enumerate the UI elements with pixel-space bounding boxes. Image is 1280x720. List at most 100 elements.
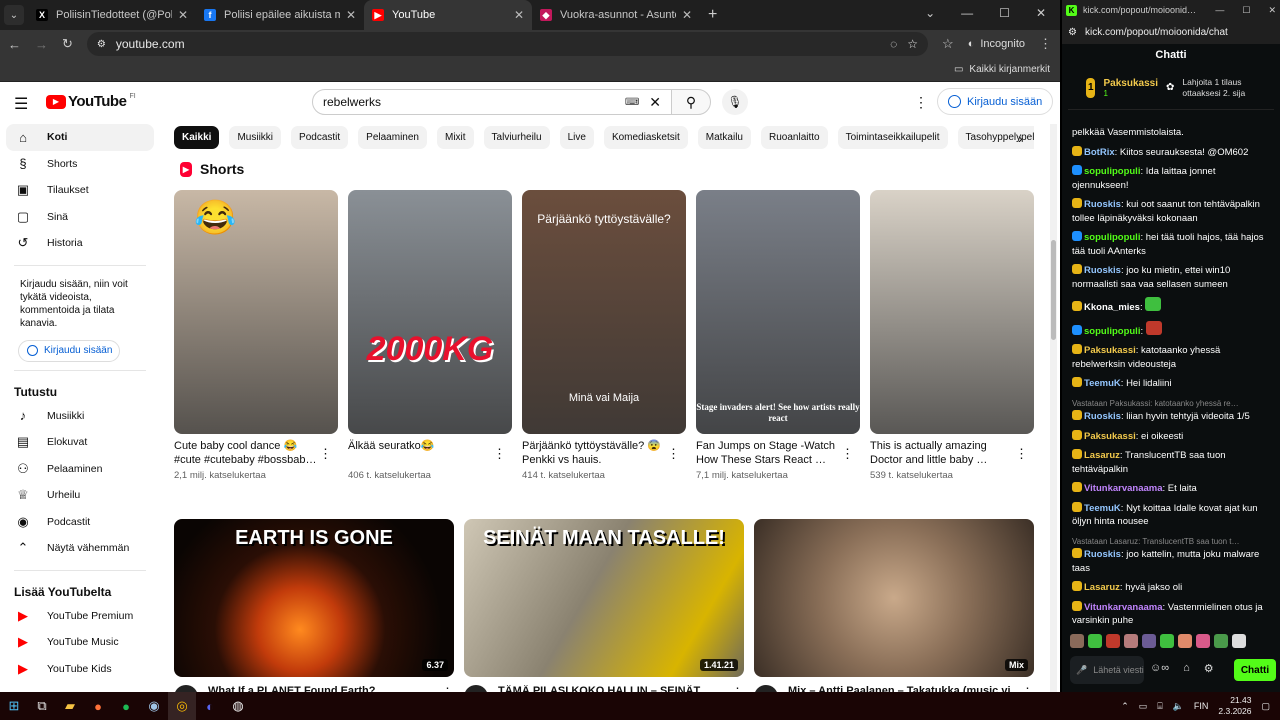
more-options-icon[interactable]: ⋮ (441, 685, 454, 692)
firefox-icon[interactable]: ● (84, 692, 112, 720)
chat-message[interactable]: Ruoskis: joo ku mietin, ettei win10 norm… (1072, 264, 1274, 291)
browser-tab[interactable]: ▶ YouTube ✕ (364, 0, 532, 30)
sidebar-item[interactable]: ♕ Urheilu (6, 482, 154, 509)
file-explorer-icon[interactable]: ▰ (56, 692, 84, 720)
chat-message[interactable]: sopulipopuli: hei tää tuoli hajos, tää h… (1072, 231, 1274, 258)
video-title[interactable]: TÄMÄ PILASI KOKO HALLIN – SEINÄT… (498, 685, 721, 692)
display-icon[interactable]: ▭ (1139, 701, 1148, 712)
tab-close-icon[interactable]: ✕ (346, 8, 356, 22)
chat-username[interactable]: sopulipopuli (1084, 232, 1140, 243)
chat-username[interactable]: Vitunkarvanaama (1084, 602, 1163, 613)
sidebar-item[interactable]: ▢ Sinä (6, 204, 154, 231)
emote-icon[interactable] (1232, 634, 1246, 648)
sidebar-item[interactable]: ♪ Musiikki (6, 403, 154, 430)
chat-username[interactable]: Ruoskis (1084, 265, 1121, 276)
filter-chip[interactable]: Podcastit (291, 126, 349, 149)
chat-message[interactable]: Vitunkarvanaama: Vastenmielinen otus ja … (1072, 600, 1274, 628)
reload-icon[interactable]: ↻ (62, 36, 73, 52)
clear-icon[interactable]: ✕ (649, 94, 661, 111)
close-icon[interactable]: ✕ (1036, 6, 1046, 20)
video-card[interactable]: Mix Mix – Antti Paalanen – Takatukka (mus… (754, 519, 1034, 692)
youtube-logo[interactable]: ▶ YouTube FI (46, 93, 136, 110)
sidebar-item[interactable]: ◉ Podcastit (6, 509, 154, 536)
tab-close-icon[interactable]: ✕ (682, 8, 692, 22)
short-thumbnail[interactable]: 😂 (174, 190, 338, 434)
sidebar-item[interactable]: ▶ YouTube Premium (6, 603, 154, 630)
short-thumbnail[interactable] (870, 190, 1034, 434)
chat-message[interactable]: sopulipopuli: Ida laittaa jonnet ojennuk… (1072, 165, 1274, 192)
emote-icon[interactable] (1070, 634, 1084, 648)
site-info-icon[interactable]: ⚙ (97, 39, 106, 50)
video-title[interactable]: Mix – Antti Paalanen – Takatukka (music … (788, 685, 1011, 692)
tab-close-icon[interactable]: ✕ (178, 8, 188, 22)
short-title[interactable]: Älkää seuratko😂 (348, 439, 493, 468)
language-indicator[interactable]: FIN (1194, 701, 1209, 711)
menu-icon[interactable]: ⋮ (1039, 36, 1052, 52)
chat-message[interactable]: Paksukassi: ei oikeesti (1072, 429, 1274, 444)
video-card[interactable]: EARTH IS GONE 6.37 What If a PLANET Found … (174, 519, 454, 692)
chat-message[interactable]: Kkona_mies: (1072, 297, 1274, 315)
emote-icon[interactable] (1106, 634, 1120, 648)
chat-message[interactable]: TeemuK: Hei lidaliini (1072, 377, 1274, 391)
eye-off-icon[interactable]: ◌ (890, 37, 897, 51)
chat-username[interactable]: Lasaruz (1084, 582, 1120, 593)
chat-message[interactable]: Vitunkarvanaama: Et laita (1072, 482, 1274, 496)
notifications-icon[interactable]: ▢ (1261, 701, 1270, 712)
kick-url[interactable]: kick.com/popout/moioonida/chat (1085, 27, 1228, 38)
chat-username[interactable]: Ruoskis (1084, 199, 1121, 210)
search-button[interactable]: ⚲ (671, 89, 711, 115)
filter-chip[interactable]: Live (559, 126, 594, 149)
new-tab-button[interactable]: + (708, 6, 717, 24)
keyboard-icon[interactable]: ⌨ (625, 97, 639, 108)
channel-avatar[interactable] (174, 685, 198, 692)
sidebar-item[interactable]: ⌂ Koti (6, 124, 154, 151)
emote-icon[interactable] (1178, 634, 1192, 648)
chat-message[interactable]: Ruoskis: liian hyvin tehtyjä videoita 1/… (1072, 410, 1274, 424)
emote-icon[interactable] (1214, 634, 1228, 648)
pinned-gift-banner[interactable]: 1 Paksukassi 1 ✿ Lahjoita 1 tilaus ottaa… (1068, 66, 1274, 110)
voice-search-button[interactable]: 🎙 (722, 89, 748, 115)
short-thumbnail[interactable]: 2000KG (348, 190, 512, 434)
sidebar-item[interactable]: ▤ Elokuvat (6, 429, 154, 456)
tab-search-icon[interactable]: ⌄ (4, 5, 24, 25)
more-options-icon[interactable]: ⋮ (319, 446, 332, 462)
more-options-icon[interactable]: ⋮ (493, 446, 506, 462)
send-chat-button[interactable]: Chatti (1234, 659, 1276, 681)
maximize-icon[interactable]: ☐ (999, 6, 1010, 20)
filter-chip[interactable]: Mixit (436, 126, 474, 149)
chat-username[interactable]: Lasaruz (1084, 450, 1120, 461)
short-card[interactable]: 😂 Cute baby cool dance 😂 #cute #cutebaby … (174, 190, 338, 481)
filter-chip[interactable]: Pelaaminen (358, 126, 427, 149)
chat-username[interactable]: Vitunkarvanaama (1084, 483, 1163, 494)
chat-username[interactable]: sopulipopuli (1084, 166, 1140, 177)
short-title[interactable]: Pärjäänkö tyttöystävälle? 😨 Penkki vs ha… (522, 439, 667, 468)
more-options-icon[interactable]: ⋮ (1015, 446, 1028, 462)
emote-icon[interactable] (1142, 634, 1156, 648)
video-thumbnail[interactable]: EARTH IS GONE 6.37 (174, 519, 454, 677)
filter-chip[interactable]: Toimintaseikkailupelit (837, 126, 948, 149)
chat-username[interactable]: Paksukassi (1084, 431, 1136, 442)
chat-message[interactable]: sopulipopuli: (1072, 320, 1274, 339)
omnibox[interactable]: ⚙ youtube.com ◌ ☆ (86, 32, 929, 56)
short-card[interactable]: 2000KG Älkää seuratko😂 406 t. katselukerta… (348, 190, 512, 481)
minimize-icon[interactable]: — (1215, 5, 1224, 15)
gift-box-icon[interactable]: ⌂ (1183, 662, 1190, 675)
filter-chip[interactable]: Matkailu (697, 126, 751, 149)
chat-username[interactable]: Paksukassi (1084, 345, 1136, 356)
emote-icon[interactable] (1160, 634, 1174, 648)
close-icon[interactable]: ✕ (1268, 5, 1276, 16)
tab-close-icon[interactable]: ✕ (514, 8, 524, 22)
chat-username[interactable]: sopulipopuli (1084, 326, 1140, 337)
incognito-indicator[interactable]: ◐ Incognito (968, 38, 1025, 50)
task-view-icon[interactable]: ⧉ (28, 692, 56, 720)
chat-message[interactable]: Ruoskis: kui oot saanut ton tehtäväpalki… (1072, 198, 1274, 225)
video-thumbnail[interactable]: SEINÄT MAAN TASALLE! 1.41.21 (464, 519, 744, 677)
sidebar-item[interactable]: § Shorts (6, 151, 154, 178)
chrome-icon[interactable]: ◎ (168, 692, 196, 720)
chat-message[interactable]: BotRix: Kiitos seurauksesta! @OM602 (1072, 145, 1274, 160)
short-card[interactable]: This is actually amazing Doctor and litt… (870, 190, 1034, 481)
short-title[interactable]: This is actually amazing Doctor and litt… (870, 439, 1015, 468)
emote-icon[interactable] (1088, 634, 1102, 648)
search-box[interactable]: rebelwerks ⌨ ✕ (312, 89, 672, 115)
browser-tab[interactable]: f Poliisi epäilee aikuista miestä is… ✕ (196, 0, 364, 30)
